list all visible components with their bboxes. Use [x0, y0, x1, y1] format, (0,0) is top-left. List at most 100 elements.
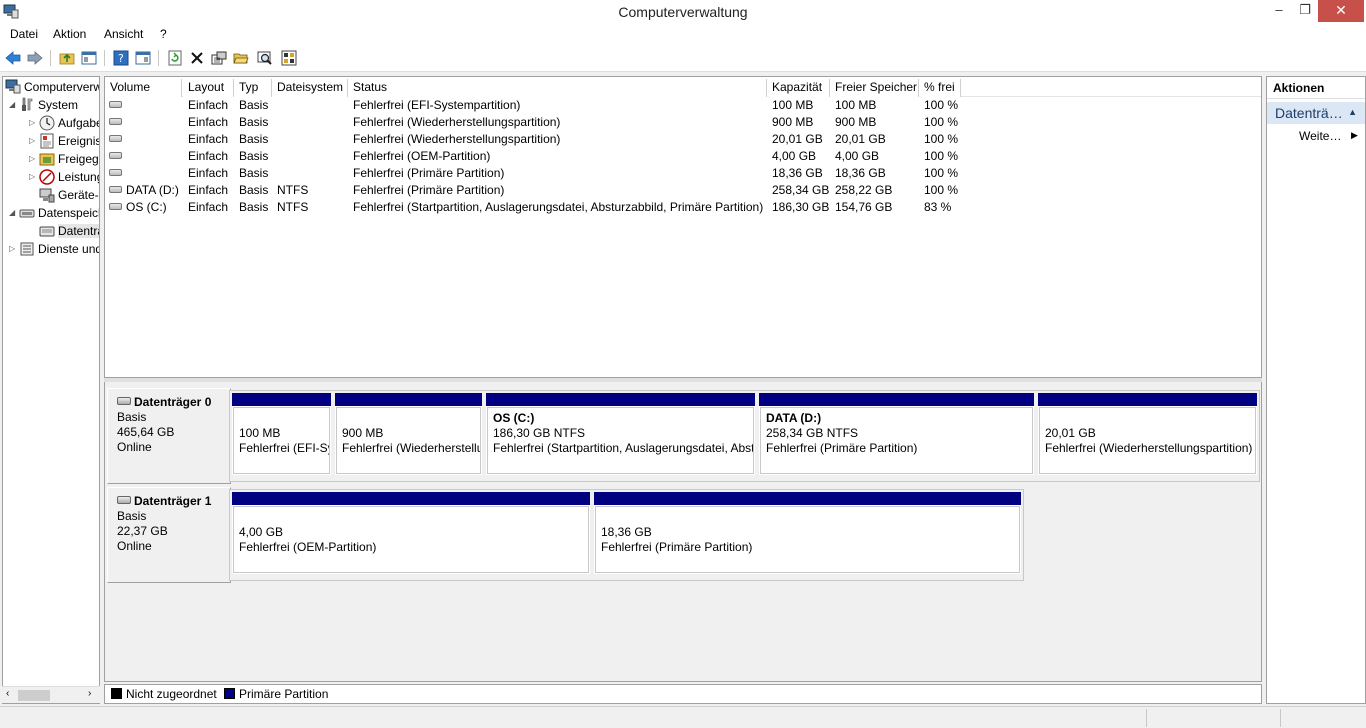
partition-primary[interactable]: 18,36 GB Fehlerfrei (Primäre Partition) [592, 490, 1023, 576]
cell-dateisystem: NTFS [277, 200, 309, 214]
cell-freier-speicher: 18,36 GB [835, 166, 886, 180]
cell-volume: OS (C:) [109, 200, 167, 214]
cell-typ: Basis [239, 132, 269, 146]
column-header-volume[interactable]: Volume [105, 79, 182, 97]
column-header-typ[interactable]: Typ [234, 79, 272, 97]
expand-arrow-icon[interactable]: ▷ [29, 172, 39, 181]
cell-status: Fehlerfrei (Wiederherstellungspartition) [353, 132, 561, 146]
tree-item-freigegebene-ordner[interactable]: ▷ Freigegebene Ordner [29, 150, 99, 167]
tree-item-label: Computerverwaltung (Lokal) [24, 79, 99, 94]
open-folder-icon[interactable] [232, 49, 250, 67]
cell-status: Fehlerfrei (Startpartition, Auslagerungs… [353, 200, 764, 214]
settings-icon[interactable] [280, 49, 298, 67]
tree-item-ereignisanzeige[interactable]: ▷ Ereignisanzeige [29, 132, 99, 149]
expand-arrow-icon[interactable]: ▷ [9, 244, 19, 253]
volume-row[interactable]: Einfach Basis Fehlerfrei (Wiederherstellun… [105, 131, 1261, 148]
column-header-prozent-frei[interactable]: % frei [919, 79, 961, 97]
collapse-caret-icon[interactable]: ▲ [1348, 107, 1357, 117]
tree-item-datentraegerverwaltung[interactable]: Datenträgerverwaltung [39, 222, 99, 239]
cell-layout: Einfach [188, 98, 229, 112]
partition-os-c[interactable]: OS (C:) 186,30 GB NTFS Fehlerfrei (Start… [484, 391, 757, 477]
close-button[interactable]: ✕ [1318, 0, 1364, 22]
more-actions-link[interactable]: Weitere Aktionen [1299, 129, 1345, 143]
volume-row[interactable]: DATA (D:) Einfach Basis NTFS Fehlerfrei (Pri… [105, 182, 1261, 199]
partition-recovery-1[interactable]: 900 MB Fehlerfrei (Wiederherstellungspar… [333, 391, 484, 477]
menu-aktion[interactable]: Aktion [53, 27, 86, 41]
cell-layout: Einfach [188, 149, 229, 163]
show-hide-action-pane-icon[interactable] [134, 49, 152, 67]
disk-1-label[interactable]: Datenträger 1 Basis 22,37 GB Online [107, 487, 231, 583]
refresh-icon[interactable] [166, 49, 184, 67]
forward-arrow-icon[interactable] [26, 49, 44, 67]
column-header-status[interactable]: Status [348, 79, 767, 97]
volume-row[interactable]: Einfach Basis Fehlerfrei (OEM-Partition) 4,… [105, 148, 1261, 165]
system-tools-icon [19, 97, 35, 113]
menu-help[interactable]: ? [160, 27, 167, 41]
expand-arrow-icon[interactable]: ▷ [29, 136, 39, 145]
tree-item-aufgabenplanung[interactable]: ▷ Aufgabenplanung [29, 114, 99, 131]
cell-volume [109, 98, 126, 112]
tree-item-system[interactable]: ◢ System [9, 96, 78, 113]
actions-section-header[interactable]: Datenträgerverwaltung ▲ [1267, 102, 1365, 124]
cell-layout: Einfach [188, 183, 229, 197]
partition-size: 20,01 GB [1045, 426, 1096, 440]
tree-item-datenspeicher[interactable]: ◢ Datenspeicher [9, 204, 99, 221]
column-header-dateisystem[interactable]: Dateisystem [272, 79, 348, 97]
partition-size: 258,34 GB NTFS [766, 426, 859, 440]
cell-layout: Einfach [188, 115, 229, 129]
cell-kapazitaet: 20,01 GB [772, 132, 823, 146]
cell-typ: Basis [239, 98, 269, 112]
menu-ansicht[interactable]: Ansicht [104, 27, 143, 41]
submenu-arrow-icon[interactable]: ▶ [1351, 130, 1358, 141]
cell-freier-speicher: 100 MB [835, 98, 877, 112]
volume-row[interactable]: OS (C:) Einfach Basis NTFS Fehlerfrei (Start… [105, 199, 1261, 216]
cell-prozent-frei: 100 % [924, 149, 959, 163]
help-icon[interactable]: ? [112, 49, 130, 67]
column-header-row: Volume Layout Typ Dateisystem Status Kap… [105, 77, 1261, 97]
maximize-button[interactable]: ❐ [1290, 0, 1320, 22]
delete-icon[interactable] [188, 49, 206, 67]
storage-icon [19, 205, 35, 221]
collapse-arrow-icon[interactable]: ◢ [9, 208, 19, 217]
column-header-freier-speicher[interactable]: Freier Speicher [830, 79, 919, 97]
volume-row[interactable]: Einfach Basis Fehlerfrei (Primäre Partitio… [105, 165, 1261, 182]
volume-row[interactable]: Einfach Basis Fehlerfrei (EFI-Systempartit… [105, 97, 1261, 114]
partition-oem[interactable]: 4,00 GB Fehlerfrei (OEM-Partition) [230, 490, 592, 576]
tree-item-leistung[interactable]: ▷ Leistung [29, 168, 99, 185]
scroll-right-arrow-icon[interactable]: › [88, 688, 91, 699]
cell-kapazitaet: 18,36 GB [772, 166, 823, 180]
tree-item-label: Dienste und Anwendungen [38, 241, 99, 256]
column-header-layout[interactable]: Layout [183, 79, 234, 97]
scroll-left-arrow-icon[interactable]: ‹ [6, 688, 9, 699]
properties-icon[interactable] [210, 49, 228, 67]
primary-partition-band [232, 393, 331, 406]
scroll-thumb[interactable] [18, 690, 50, 701]
partition-recovery-2[interactable]: 20,01 GB Fehlerfrei (Wiederherstellungsp… [1036, 391, 1259, 477]
expand-arrow-icon[interactable]: ▷ [29, 154, 39, 163]
volume-row[interactable]: Einfach Basis Fehlerfrei (Wiederherstellun… [105, 114, 1261, 131]
cell-volume [109, 132, 126, 146]
back-arrow-icon[interactable] [4, 49, 22, 67]
up-folder-icon[interactable] [58, 49, 76, 67]
tree-item-computerverwaltung[interactable]: Computerverwaltung (Lokal) [5, 78, 99, 95]
partition-efi[interactable]: 100 MB Fehlerfrei (EFI-Systempartition) [230, 391, 333, 477]
expand-arrow-icon[interactable]: ▷ [29, 118, 39, 127]
search-icon[interactable] [256, 49, 274, 67]
show-hide-tree-icon[interactable] [80, 49, 98, 67]
tree-item-label: Datenträgerverwaltung [58, 223, 99, 238]
menu-datei[interactable]: Datei [10, 27, 38, 41]
collapse-arrow-icon[interactable]: ◢ [9, 100, 19, 109]
tree-item-dienste-und-anwendungen[interactable]: ▷ Dienste und Anwendungen [9, 240, 99, 257]
column-header-kapazitaet[interactable]: Kapazität [767, 79, 830, 97]
tree-horizontal-scrollbar[interactable]: ‹ › [2, 686, 100, 703]
volume-name: DATA (D:) [126, 183, 179, 197]
partition-name [1045, 411, 1255, 426]
partition-size: 18,36 GB [601, 525, 652, 539]
partition-data-d[interactable]: DATA (D:) 258,34 GB NTFS Fehlerfrei (Pri… [757, 391, 1036, 477]
cell-prozent-frei: 100 % [924, 115, 959, 129]
disk-graphical-view: Datenträger 0 Basis 465,64 GB Online 100… [104, 382, 1262, 682]
disk-0-label[interactable]: Datenträger 0 Basis 465,64 GB Online [107, 388, 231, 484]
primary-partition-band [486, 393, 755, 406]
tree-item-geraete-manager[interactable]: Geräte-Manager [39, 186, 99, 203]
disk-name: Datenträger 1 [134, 494, 212, 508]
